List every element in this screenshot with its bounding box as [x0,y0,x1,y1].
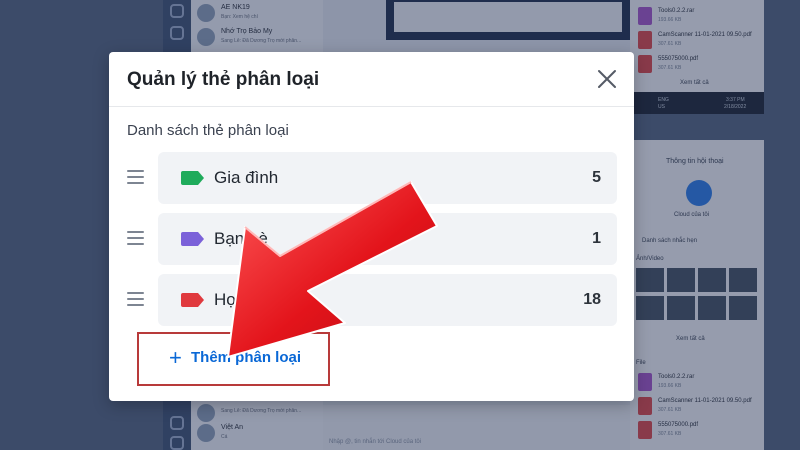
plus-icon: + [169,345,182,370]
tag-count: 18 [583,291,601,308]
tag-name: Gia đình [214,168,279,187]
tag-icon [181,293,204,307]
tag-count: 5 [592,169,601,186]
tag-list-label: Danh sách thẻ phân loại [127,122,289,139]
drag-handle-icon[interactable] [127,170,144,184]
tag-count: 1 [592,230,601,247]
drag-handle-icon[interactable] [127,231,144,245]
drag-handle-icon[interactable] [127,292,144,306]
dialog-title: Quản lý thẻ phân loại [127,69,320,90]
tag-icon [181,171,204,185]
tag-row: Bạn bè 1 [109,213,634,265]
add-tag-button[interactable]: + Thêm phân loại [137,332,330,386]
tag-item-hoc-tap[interactable]: Học Tập 18 [158,274,617,326]
tag-name: Bạn bè [214,229,268,248]
tag-name: Học Tập [214,290,278,309]
manage-tags-dialog: Quản lý thẻ phân loại Danh sách thẻ phân… [109,52,634,401]
close-icon [598,70,616,88]
tag-item-ban-be[interactable]: Bạn bè 1 [158,213,617,265]
close-button[interactable] [593,65,621,93]
tag-icon [181,232,204,246]
add-tag-label: Thêm phân loại [191,349,302,366]
dialog-header: Quản lý thẻ phân loại [109,52,634,107]
tag-row: Gia đình 5 [109,152,634,204]
tag-row: Học Tập 18 [109,274,634,326]
tag-item-gia-dinh[interactable]: Gia đình 5 [158,152,617,204]
